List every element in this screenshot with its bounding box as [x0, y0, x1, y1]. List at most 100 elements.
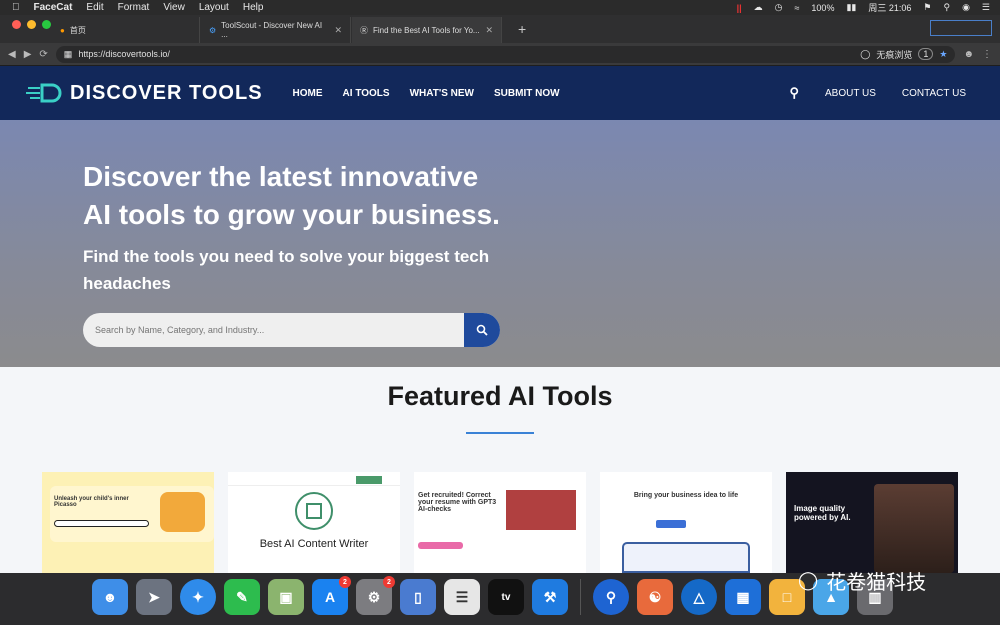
wordpress-icon: Ⓡ	[360, 25, 368, 35]
profile-icon[interactable]: ☻	[963, 49, 974, 60]
parallels-icon[interactable]: ▯	[400, 579, 436, 615]
flag-icon[interactable]: ⚑	[923, 2, 931, 13]
tool-card[interactable]: Best AI Content Writer	[228, 472, 400, 573]
address-bar: ◀ ▶ ⟳ ▦ https://discovertools.io/ ◯ 无痕浏览…	[0, 43, 1000, 65]
battery-percent[interactable]: 100%	[811, 3, 834, 13]
menu-format[interactable]: Format	[118, 2, 150, 13]
menu-view[interactable]: View	[163, 2, 185, 13]
hero-section: Discover the latest innovative AI tools …	[0, 120, 1000, 367]
nav-contact-us[interactable]: CONTACT US	[902, 88, 966, 99]
new-tab-icon[interactable]: +	[518, 21, 526, 37]
close-tab-icon[interactable]: ✕	[334, 25, 342, 36]
logo-icon	[26, 82, 68, 104]
preview-icon[interactable]: ▣	[268, 579, 304, 615]
nav-whats-new[interactable]: WHAT'S NEW	[410, 88, 474, 99]
windows-icon[interactable]: ▦	[725, 579, 761, 615]
tab-toolscout[interactable]: ⚙ ToolScout - Discover New AI ... ✕	[201, 17, 351, 43]
gear-icon: ⚙	[209, 25, 217, 35]
tab-discovertools[interactable]: Ⓡ Find the Best AI Tools for Yo... ✕	[352, 17, 502, 43]
timer-icon[interactable]: ◷	[775, 2, 783, 13]
watermark-text: 花卷猫科技	[826, 570, 927, 594]
search-button[interactable]	[464, 313, 500, 347]
tool-card[interactable]: Get recruited! Correct your resume with …	[414, 472, 586, 573]
back-icon[interactable]: ◀	[8, 49, 16, 60]
clock[interactable]: 周三 21:06	[868, 1, 911, 14]
zoom-window-button[interactable]	[42, 20, 51, 29]
dock-icons: ☻ ➤ ✦ ✎ ▣ A2 ⚙ 2 ▯ ☰ tv ⚒ ⚲ ☯ △ ▦ □ ▲ ▥	[92, 576, 893, 615]
forward-icon[interactable]: ▶	[24, 49, 32, 60]
launchpad-icon[interactable]: ➤	[136, 579, 172, 615]
site-info-icon[interactable]: ▦	[64, 49, 73, 60]
site-search-icon[interactable]: ⚲	[789, 85, 799, 101]
app-store-icon[interactable]: A2	[312, 576, 351, 615]
card-thumbnail	[506, 490, 576, 530]
more-icon[interactable]: ⋮	[982, 49, 992, 60]
card-caption: Unleash your child's inner Picasso	[54, 496, 129, 508]
search-input[interactable]	[83, 313, 464, 347]
card-caption: Image quality powered by AI.	[794, 504, 851, 522]
site-logo[interactable]: DISCOVER TOOLS	[26, 82, 263, 105]
logo-text: DISCOVER TOOLS	[70, 81, 263, 104]
user-icon[interactable]: ◉	[962, 2, 970, 13]
wechat-watermark-icon: ◯	[798, 570, 819, 591]
reload-icon[interactable]: ⟳	[39, 49, 47, 60]
url-field[interactable]: ▦ https://discovertools.io/ ◯ 无痕浏览 1 ★	[55, 45, 956, 63]
nav-about-us[interactable]: ABOUT US	[825, 88, 876, 99]
tab-label: ToolScout - Discover New AI ...	[221, 21, 323, 39]
hero-subtitle: Find the tools you need to solve your bi…	[83, 247, 490, 293]
apple-icon[interactable]: 	[12, 2, 20, 13]
search-icon[interactable]: ⚲	[943, 2, 950, 13]
notification-badge: 2	[339, 576, 351, 588]
search-icon	[476, 324, 488, 336]
pause-icon[interactable]: ||	[737, 3, 742, 13]
menu-layout[interactable]: Layout	[199, 2, 229, 13]
nav-home[interactable]: HOME	[293, 88, 323, 99]
battery-icon[interactable]: ▮▮	[846, 2, 856, 13]
tab-count[interactable]: 1	[918, 48, 934, 60]
wechat-icon[interactable]: ✎	[224, 579, 260, 615]
close-tab-icon[interactable]: ✕	[485, 25, 493, 36]
main-nav: HOME AI TOOLS WHAT'S NEW SUBMIT NOW	[293, 88, 560, 99]
nav-ai-tools[interactable]: AI TOOLS	[343, 88, 390, 99]
notification-badge: 2	[383, 576, 395, 588]
minimize-window-button[interactable]	[27, 20, 36, 29]
facecat-icon[interactable]: ☯	[637, 579, 673, 615]
tab-home[interactable]: ● 首页	[52, 17, 200, 43]
app-name[interactable]: FaceCat	[34, 2, 73, 13]
xcode-icon[interactable]: ⚒	[532, 579, 568, 615]
card-caption: Bring your business idea to life	[633, 492, 739, 499]
tab-bar: ● 首页 ⚙ ToolScout - Discover New AI ... ✕…	[0, 15, 1000, 43]
list-icon[interactable]: ☰	[982, 2, 990, 13]
site-header: DISCOVER TOOLS HOME AI TOOLS WHAT'S NEW …	[0, 66, 1000, 120]
textedit-icon[interactable]: ☰	[444, 579, 480, 615]
bookmark-star-icon[interactable]: ★	[939, 49, 947, 60]
close-window-button[interactable]	[12, 20, 21, 29]
menu-edit[interactable]: Edit	[86, 2, 103, 13]
tab-label: Find the Best AI Tools for Yo...	[373, 25, 480, 35]
window-layout-icon[interactable]	[930, 20, 992, 36]
tool-card[interactable]: Image quality powered by AI.	[786, 472, 958, 573]
incognito-toggle-icon[interactable]: ◯	[860, 49, 870, 60]
secondary-nav: ⚲ ABOUT US CONTACT US	[789, 85, 966, 101]
cloud-icon[interactable]: ☁	[754, 2, 763, 13]
hero-search	[83, 313, 500, 347]
dock-divider	[580, 579, 581, 615]
finder-icon[interactable]: ☻	[92, 579, 128, 615]
safari-icon[interactable]: ✦	[180, 579, 216, 615]
hero-title: Discover the latest innovative AI tools …	[83, 161, 500, 230]
menu-help[interactable]: Help	[243, 2, 264, 13]
location-pin-icon[interactable]: ⚲	[593, 579, 629, 615]
tool-card[interactable]: Unleash your child's inner Picasso	[42, 472, 214, 573]
nav-submit-now[interactable]: SUBMIT NOW	[494, 88, 560, 99]
card-caption: Get recruited! Correct your resume with …	[418, 492, 497, 513]
system-preferences-icon[interactable]: ⚙ 2	[356, 576, 395, 615]
wifi-icon[interactable]: ≈	[794, 3, 799, 13]
featured-title: Featured AI Tools	[387, 381, 613, 411]
tab-label: 首页	[69, 25, 86, 35]
incognito-label: 无痕浏览	[876, 49, 913, 60]
tool-card[interactable]: Bring your business idea to life	[600, 472, 772, 573]
watermark: ◯ 花卷猫科技	[798, 566, 926, 595]
card-art	[160, 492, 205, 532]
apple-tv-icon[interactable]: tv	[488, 579, 524, 615]
visual-studio-icon[interactable]: △	[681, 579, 717, 615]
